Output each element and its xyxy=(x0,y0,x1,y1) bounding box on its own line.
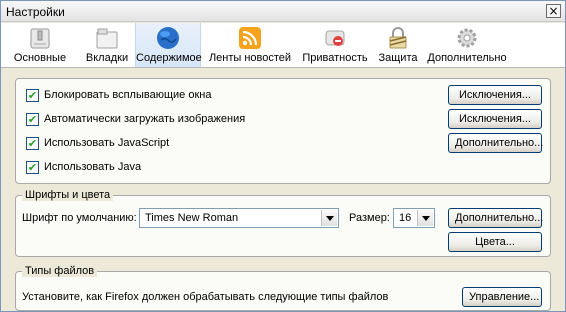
tab-label: Дополнительно xyxy=(427,52,507,64)
enable-js-checkbox[interactable]: ✔ xyxy=(26,137,39,150)
globe-icon xyxy=(157,27,179,49)
file-types-description: Установите, как Firefox должен обрабатыв… xyxy=(22,291,389,303)
title-bar[interactable]: Настройки × xyxy=(1,1,565,22)
fonts-colors-group: Шрифты и цвета Шрифт по умолчанию: Times… xyxy=(15,189,551,257)
javascript-advanced-button[interactable]: Дополнительно... xyxy=(448,133,543,153)
close-button[interactable]: × xyxy=(546,4,561,18)
preferences-window: Настройки × Основные Вкладки Содержимое … xyxy=(0,0,566,312)
tab-main[interactable]: Основные xyxy=(7,23,73,67)
window-title: Настройки xyxy=(6,5,65,19)
tab-content[interactable]: Содержимое xyxy=(135,23,202,67)
popup-exceptions-button[interactable]: Исключения... xyxy=(448,85,542,105)
tab-label: Приватность xyxy=(302,52,368,64)
font-size-label: Размер: xyxy=(349,212,390,224)
load-images-label: Автоматически загружать изображения xyxy=(44,113,246,125)
enable-js-label: Использовать JavaScript xyxy=(44,137,170,149)
tab-label: Основные xyxy=(13,52,67,64)
tab-label: Содержимое xyxy=(136,52,202,64)
enable-java-checkbox[interactable]: ✔ xyxy=(26,161,39,174)
tabs-icon xyxy=(96,28,118,49)
tab-security[interactable]: Защита xyxy=(373,23,423,67)
tab-label: Ленты новостей xyxy=(208,52,292,64)
file-types-legend: Типы файлов xyxy=(22,265,98,277)
font-size-select[interactable]: 16 xyxy=(393,208,435,228)
load-images-checkbox[interactable]: ✔ xyxy=(26,113,39,126)
manage-file-types-button[interactable]: Управление... xyxy=(462,287,542,307)
chevron-down-icon[interactable] xyxy=(417,210,433,226)
fonts-advanced-button[interactable]: Дополнительно... xyxy=(448,208,543,228)
tab-tabs[interactable]: Вкладки xyxy=(77,23,137,67)
default-font-value: Times New Roman xyxy=(145,212,239,224)
default-font-select[interactable]: Times New Roman xyxy=(139,208,339,228)
tab-label: Вкладки xyxy=(85,52,129,64)
file-types-group: Типы файлов Установите, как Firefox долж… xyxy=(15,265,551,311)
default-font-label: Шрифт по умолчанию: xyxy=(22,212,137,224)
content-options-group: ✔ Блокировать всплывающие окна ✔ Автомат… xyxy=(15,78,551,184)
fonts-colors-legend: Шрифты и цвета xyxy=(22,189,114,201)
tab-label: Защита xyxy=(378,52,418,64)
category-toolbar: Основные Вкладки Содержимое Ленты новост… xyxy=(1,23,565,68)
padlock-icon xyxy=(389,27,407,49)
image-exceptions-button[interactable]: Исключения... xyxy=(448,109,542,129)
font-size-value: 16 xyxy=(399,212,412,224)
block-popups-label: Блокировать всплывающие окна xyxy=(44,89,212,101)
gear-icon xyxy=(457,28,477,48)
enable-java-label: Использовать Java xyxy=(44,161,142,173)
chevron-down-icon[interactable] xyxy=(321,210,337,226)
mask-icon xyxy=(325,30,345,46)
tab-feeds[interactable]: Ленты новостей xyxy=(207,23,293,67)
switch-icon xyxy=(30,28,50,49)
tab-privacy[interactable]: Приватность xyxy=(299,23,371,67)
tab-advanced[interactable]: Дополнительно xyxy=(427,23,507,67)
block-popups-checkbox[interactable]: ✔ xyxy=(26,89,39,102)
content-pane: ✔ Блокировать всплывающие окна ✔ Автомат… xyxy=(1,69,565,311)
colors-button[interactable]: Цвета... xyxy=(448,232,542,252)
rss-icon xyxy=(239,27,261,49)
